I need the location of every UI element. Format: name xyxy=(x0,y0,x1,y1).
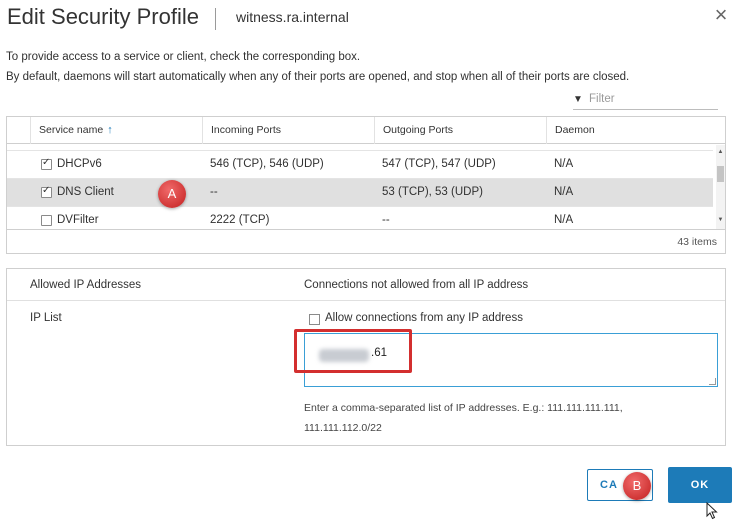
column-header-outgoing-ports[interactable]: Outgoing Ports xyxy=(374,117,546,144)
scroll-down-icon[interactable]: ▼ xyxy=(716,217,725,223)
row-checkbox[interactable] xyxy=(41,185,52,198)
scroll-up-icon[interactable]: ▲ xyxy=(716,149,725,155)
intro-text-line-1: To provide access to a service or client… xyxy=(6,51,361,63)
service-name: DNS Client xyxy=(57,186,114,198)
row-checkbox[interactable] xyxy=(41,157,52,170)
column-header-service-name[interactable]: Service name ↑ xyxy=(30,117,202,144)
service-name: DHCPv6 xyxy=(57,158,102,170)
services-table: Service name ↑ Incoming Ports Outgoing Po… xyxy=(6,116,726,254)
column-header-daemon[interactable]: Daemon xyxy=(546,117,725,144)
allow-any-ip-checkbox[interactable] xyxy=(309,314,320,325)
service-name: DVFilter xyxy=(57,214,99,226)
column-label: Service name xyxy=(39,124,104,136)
filter-funnel-icon: ▼ xyxy=(573,94,583,105)
row-checkbox[interactable] xyxy=(41,215,52,226)
outgoing-ports: 547 (TCP), 547 (UDP) xyxy=(382,158,496,170)
table-row[interactable]: DHCPv6 546 (TCP), 546 (UDP) 547 (TCP), 5… xyxy=(7,151,713,179)
allowed-ip-value: Connections not allowed from all IP addr… xyxy=(304,279,529,291)
select-column-header xyxy=(7,117,30,144)
table-row-selected[interactable]: DNS Client -- 53 (TCP), 53 (UDP) N/A xyxy=(7,179,713,207)
allow-any-ip-label[interactable]: Allow connections from any IP address xyxy=(325,312,523,324)
ok-button[interactable]: OK xyxy=(668,467,732,503)
daemon-status: N/A xyxy=(554,186,574,198)
close-icon[interactable]: × xyxy=(711,2,731,28)
filter-input[interactable]: ▼ Filter xyxy=(573,92,718,110)
filter-placeholder: Filter xyxy=(589,93,615,105)
title-separator xyxy=(215,8,216,30)
allowed-ip-label: Allowed IP Addresses xyxy=(30,279,142,291)
items-count: 43 items xyxy=(677,236,717,248)
ip-hint-line-1: Enter a comma-separated list of IP addre… xyxy=(304,402,623,414)
dialog-subtitle-host: witness.ra.internal xyxy=(236,9,349,25)
dialog-title: Edit Security Profile xyxy=(7,4,199,29)
table-row[interactable]: DVFilter 2222 (TCP) -- N/A xyxy=(7,207,713,229)
daemon-status: N/A xyxy=(554,158,574,170)
panel-divider xyxy=(7,300,725,301)
scrollbar-thumb[interactable] xyxy=(717,166,724,182)
table-body: DHCPv6 546 (TCP), 546 (UDP) 547 (TCP), 5… xyxy=(7,145,713,229)
incoming-ports: 546 (TCP), 546 (UDP) xyxy=(210,158,324,170)
resize-handle-icon[interactable] xyxy=(709,378,716,385)
column-header-incoming-ports[interactable]: Incoming Ports xyxy=(202,117,374,144)
outgoing-ports: 53 (TCP), 53 (UDP) xyxy=(382,186,483,198)
ip-list-label: IP List xyxy=(30,312,62,324)
table-footer: 43 items xyxy=(7,229,725,253)
incoming-ports: -- xyxy=(210,186,218,198)
intro-text-line-2: By default, daemons will start automatic… xyxy=(6,71,630,83)
annotation-badge-a: A xyxy=(158,180,186,208)
outgoing-ports: -- xyxy=(382,214,390,226)
ip-hint-line-2: 111.111.112.0/22 xyxy=(304,422,382,434)
table-header: Service name ↑ Incoming Ports Outgoing Po… xyxy=(7,117,725,144)
mouse-cursor-icon xyxy=(706,502,718,520)
table-scrollbar[interactable]: ▲ ▼ xyxy=(716,145,725,229)
ip-highlight-box xyxy=(294,329,412,373)
daemon-status: N/A xyxy=(554,214,574,226)
annotation-badge-b: B xyxy=(623,472,651,500)
incoming-ports: 2222 (TCP) xyxy=(210,214,270,226)
sort-ascending-icon: ↑ xyxy=(107,124,113,136)
